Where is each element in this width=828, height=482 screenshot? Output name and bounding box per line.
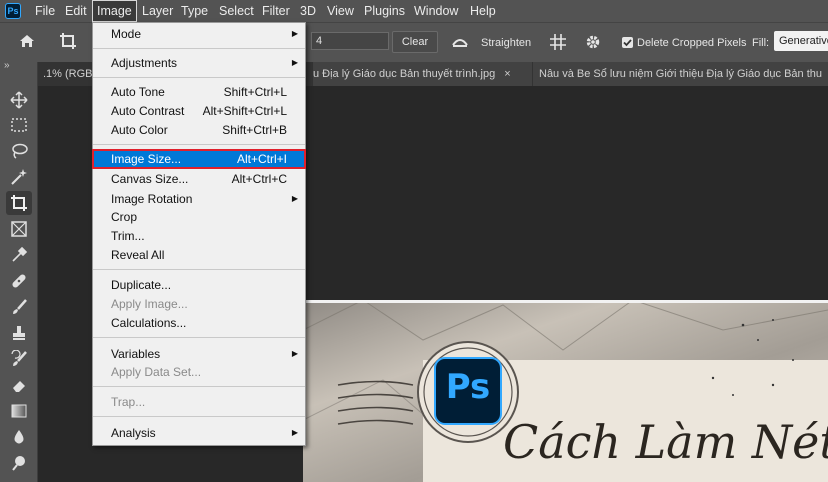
marquee-icon[interactable] — [6, 113, 32, 137]
delete-cropped-pixels-label[interactable]: Delete Cropped Pixels — [637, 37, 746, 49]
ps-badge-text: Ps — [445, 367, 491, 407]
menu-item-crop[interactable]: Crop — [93, 208, 305, 226]
document-tab-3[interactable]: Nâu và Be Sổ lưu niệm Giới thiệu Địa lý … — [532, 62, 828, 86]
menu-item-adjustments[interactable]: Adjustments ▶ — [93, 54, 305, 72]
menu-select[interactable]: Select — [215, 0, 258, 22]
menu-separator — [93, 416, 305, 417]
menu-item-variables[interactable]: Variables ▶ — [93, 345, 305, 363]
document-canvas[interactable]: Ps Cách Làm Nét — [303, 300, 828, 482]
submenu-arrow-icon: ▶ — [291, 194, 298, 203]
document-tab-2[interactable]: u Địa lý Giáo dục Bản thuyết trình.jpg × — [307, 62, 530, 86]
clear-button[interactable]: Clear — [392, 31, 438, 53]
photoshop-logo: Ps — [5, 3, 21, 19]
fill-dropdown[interactable]: Generative — [774, 31, 828, 51]
grid-icon[interactable] — [549, 33, 567, 54]
menu-separator — [93, 48, 305, 49]
gradient-icon[interactable] — [6, 399, 32, 423]
menu-item-duplicate[interactable]: Duplicate... — [93, 276, 305, 294]
lasso-icon[interactable] — [6, 139, 32, 163]
canvas-title-text: Cách Làm Nét — [503, 415, 828, 469]
home-icon[interactable] — [18, 32, 36, 53]
menu-item-auto-contrast[interactable]: Auto Contrast Alt+Shift+Ctrl+L — [93, 102, 305, 120]
menu-plugins[interactable]: Plugins — [360, 0, 409, 22]
menu-item-canvas-size[interactable]: Canvas Size... Alt+Ctrl+C — [93, 170, 305, 188]
menu-layer[interactable]: Layer — [138, 0, 177, 22]
image-menu-dropdown: Mode ▶ Adjustments ▶ Auto Tone Shift+Ctrl+L… — [92, 22, 306, 446]
menu-help[interactable]: Help — [466, 0, 500, 22]
menu-item-analysis[interactable]: Analysis ▶ — [93, 424, 305, 442]
frame-icon[interactable] — [6, 217, 32, 241]
history-brush-icon[interactable] — [6, 347, 32, 371]
straighten-icon[interactable] — [451, 33, 469, 52]
menu-item-reveal-all[interactable]: Reveal All — [93, 246, 305, 264]
move-icon[interactable] — [6, 88, 32, 112]
submenu-arrow-icon: ▶ — [291, 428, 298, 437]
checkbox-icon[interactable] — [622, 37, 633, 48]
tools-panel: » — [0, 60, 38, 482]
submenu-arrow-icon: ▶ — [291, 29, 298, 38]
tab-title: u Địa lý Giáo dục Bản thuyết trình.jpg — [313, 68, 496, 80]
menu-item-mode[interactable]: Mode ▶ — [93, 25, 305, 43]
menu-item-trap: Trap... — [111, 395, 146, 409]
menu-item-auto-tone[interactable]: Auto Tone Shift+Ctrl+L — [93, 83, 305, 101]
menu-item-image-size[interactable]: Image Size... Alt+Ctrl+I — [92, 149, 306, 169]
magic-wand-icon[interactable] — [6, 165, 32, 189]
tab-title: Nâu và Be Sổ lưu niệm Giới thiệu Địa lý … — [539, 68, 822, 80]
menu-3d[interactable]: 3D — [296, 0, 320, 22]
menu-image[interactable]: Image — [92, 0, 137, 22]
menu-item-calculations[interactable]: Calculations... — [93, 314, 305, 332]
crop-icon[interactable] — [59, 32, 77, 53]
submenu-arrow-icon: ▶ — [291, 58, 298, 67]
menu-edit[interactable]: Edit — [61, 0, 91, 22]
dodge-icon[interactable] — [6, 451, 32, 475]
menu-item-trim[interactable]: Trim... — [93, 227, 305, 245]
menu-separator — [93, 269, 305, 270]
menu-separator — [93, 77, 305, 78]
menu-item-apply-data-set: Apply Data Set... — [111, 365, 202, 379]
menu-type[interactable]: Type — [177, 0, 212, 22]
stamp-icon[interactable] — [6, 321, 32, 345]
straighten-label[interactable]: Straighten — [481, 37, 531, 49]
menu-separator — [93, 337, 305, 338]
menu-item-apply-image: Apply Image... — [111, 297, 188, 311]
tab-title: .1% (RGB — [43, 68, 93, 80]
crop-tool-icon[interactable] — [6, 191, 32, 215]
eyedropper-icon[interactable] — [6, 243, 32, 267]
menu-view[interactable]: View — [323, 0, 358, 22]
healing-icon[interactable] — [6, 269, 32, 293]
menu-separator — [93, 386, 305, 387]
menu-item-auto-color[interactable]: Auto Color Shift+Ctrl+B — [93, 121, 305, 139]
gear-icon[interactable] — [584, 33, 602, 54]
menu-bar: Ps File Edit Image Layer Type Select Fil… — [0, 0, 828, 22]
blur-icon[interactable] — [6, 425, 32, 449]
menu-file[interactable]: File — [31, 0, 59, 22]
brush-icon[interactable] — [6, 295, 32, 319]
eraser-icon[interactable] — [6, 373, 32, 397]
menu-separator — [93, 144, 305, 145]
close-icon[interactable]: × — [504, 68, 510, 80]
fill-label: Fill: — [752, 37, 770, 49]
submenu-arrow-icon: ▶ — [291, 349, 298, 358]
ratio-value-field[interactable] — [311, 32, 389, 50]
menu-filter[interactable]: Filter — [258, 0, 294, 22]
collapse-icon[interactable]: » — [4, 60, 10, 71]
menu-window[interactable]: Window — [410, 0, 462, 22]
menu-item-image-rotation[interactable]: Image Rotation ▶ — [93, 190, 305, 208]
